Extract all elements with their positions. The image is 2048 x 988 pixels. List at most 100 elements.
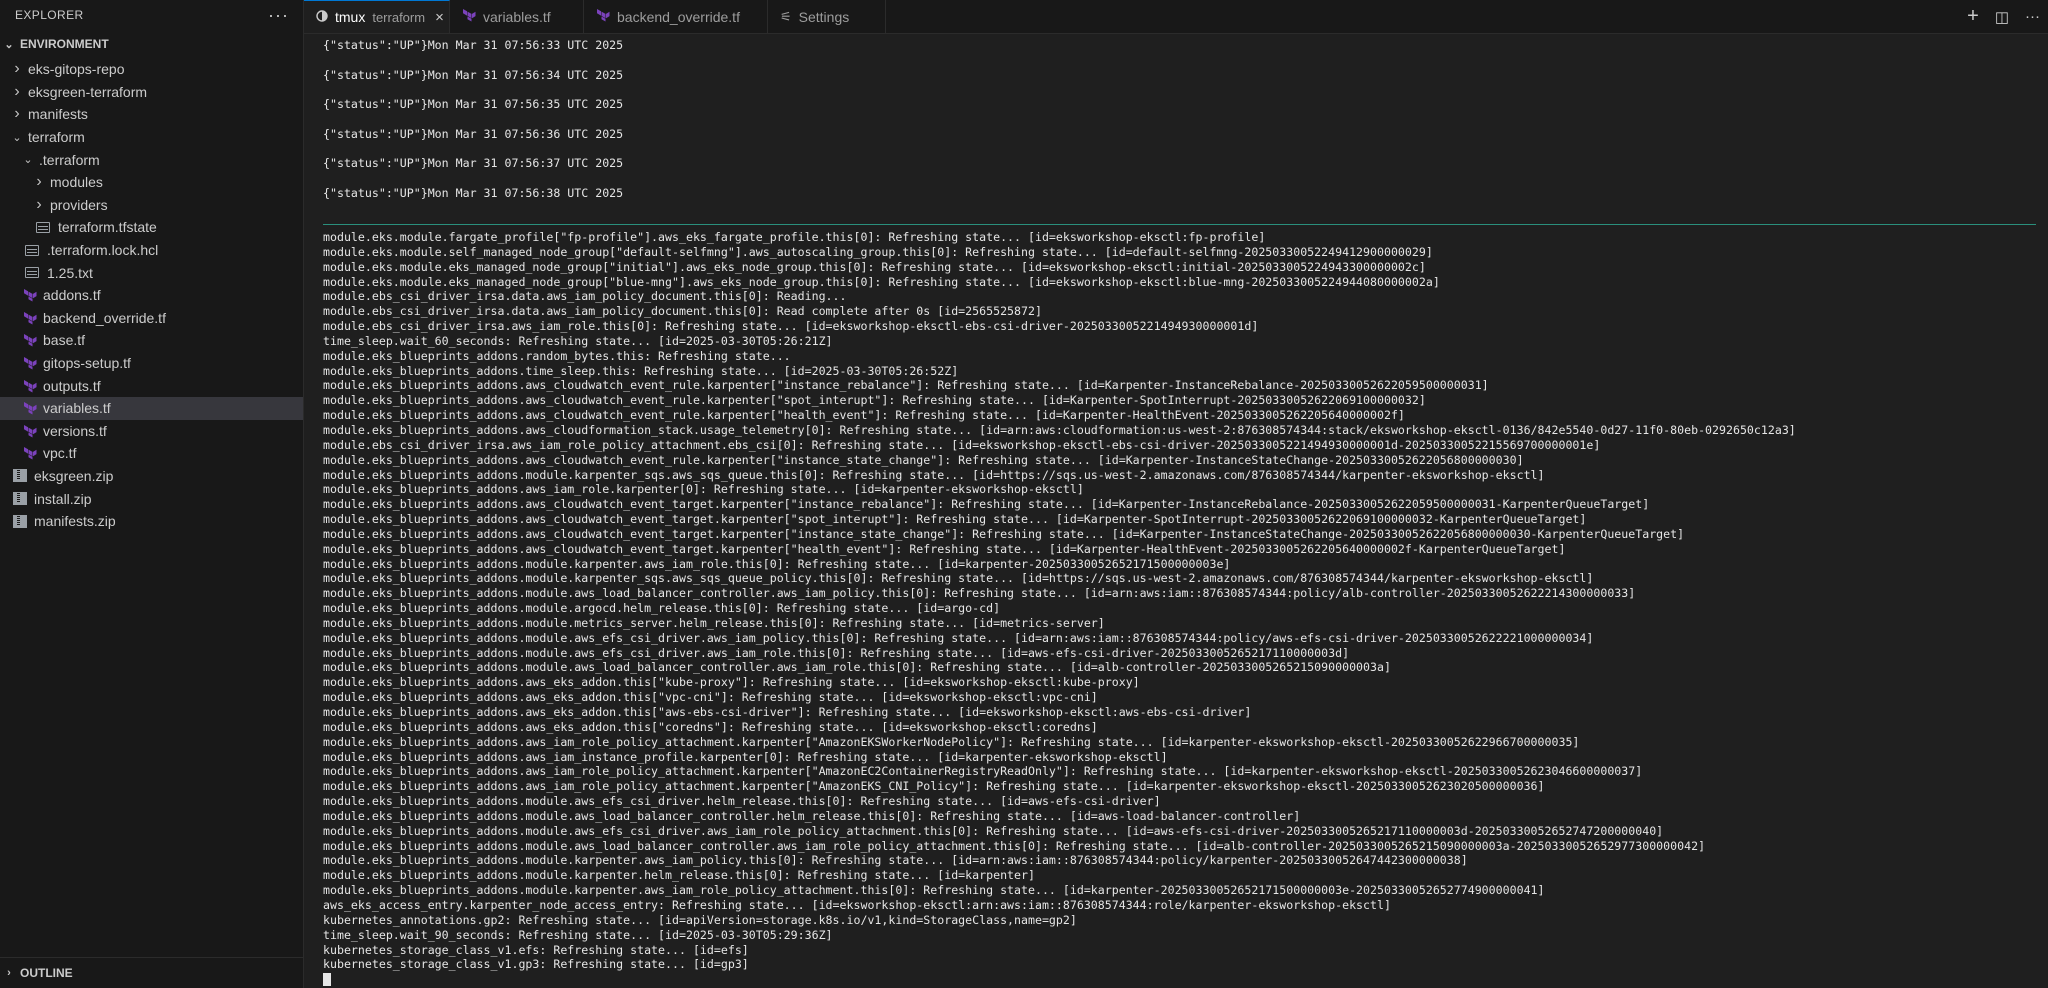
tab-label: backend_override.tf <box>617 8 740 25</box>
terraform-file-icon <box>23 401 37 415</box>
tree-file[interactable]: terraform.tfstate <box>0 216 303 239</box>
terminal-log-line: module.eks_blueprints_addons.module.karp… <box>323 467 1545 482</box>
explorer-header: EXPLORER ··· <box>0 0 303 30</box>
tab-label: variables.tf <box>483 8 551 25</box>
terminal-log-line: module.ebs_csi_driver_irsa.data.aws_iam_… <box>323 304 1042 319</box>
tree-item-label: modules <box>50 174 103 191</box>
tree-file[interactable]: .terraform.lock.hcl <box>0 239 303 262</box>
terminal-log-line: module.eks_blueprints_addons.module.aws_… <box>323 660 1391 675</box>
status-output: {"status":"UP"}Mon Mar 31 07:56:33 UTC 2… <box>323 34 2048 216</box>
outline-label: OUTLINE <box>20 966 73 980</box>
terminal-log-line: module.eks_blueprints_addons.module.karp… <box>323 868 1035 883</box>
terminal-log-line: module.eks_blueprints_addons.module.aws_… <box>323 808 1301 823</box>
zip-file-icon <box>13 469 27 483</box>
zip-file-icon <box>13 514 27 528</box>
tab-backend-override-tf[interactable]: backend_override.tf <box>584 0 768 33</box>
terminal-log-line: module.eks_blueprints_addons.aws_cloudwa… <box>323 541 1566 556</box>
tab-sublabel: terraform <box>372 9 426 25</box>
tree-file[interactable]: install.zip <box>0 487 303 510</box>
pane-divider[interactable] <box>323 224 2036 225</box>
tree-item-label: backend_override.tf <box>43 309 166 326</box>
terminal-log-line: time_sleep.wait_60_seconds: Refreshing s… <box>323 333 833 348</box>
terminal-log-line: module.ebs_csi_driver_irsa.data.aws_iam_… <box>323 289 847 304</box>
tree-file[interactable]: manifests.zip <box>0 510 303 533</box>
terminal-log-line: kubernetes_annotations.gp2: Refreshing s… <box>323 912 1077 927</box>
tab-tmux[interactable]: tmux terraform × <box>304 0 450 33</box>
tree-file[interactable]: eksgreen.zip <box>0 465 303 488</box>
terminal-log-line: module.eks_blueprints_addons.aws_cloudwa… <box>323 526 1685 541</box>
terminal-log-line: module.eks_blueprints_addons.module.metr… <box>323 615 1105 630</box>
tree-file[interactable]: variables.tf <box>0 396 303 420</box>
tree-file[interactable]: gitops-setup.tf <box>0 352 303 375</box>
chevron-right-icon: › <box>36 173 42 191</box>
tree-item-label: variables.tf <box>43 400 111 417</box>
chevron-right-icon: › <box>7 967 11 979</box>
terminal-log-line: module.eks_blueprints_addons.module.aws_… <box>323 794 1161 809</box>
terminal-log-line: kubernetes_storage_class_v1.gp3: Refresh… <box>323 957 749 972</box>
tree-folder[interactable]: › modules <box>0 171 303 194</box>
terminal-status-line: {"status":"UP"}Mon Mar 31 07:56:34 UTC 2… <box>323 67 624 82</box>
terminal-log-line: module.eks_blueprints_addons.module.aws_… <box>323 838 1706 853</box>
terminal-icon <box>316 9 328 25</box>
chevron-down-icon: ⌄ <box>4 38 14 51</box>
editor-tab-bar: tmux terraform × variables.tf backend_ov… <box>304 0 2048 34</box>
terminal-status-line: {"status":"UP"}Mon Mar 31 07:56:38 UTC 2… <box>323 185 624 200</box>
chevron-down-icon: ⌄ <box>23 154 33 167</box>
terminal-log-line: module.eks_blueprints_addons.module.karp… <box>323 853 1468 868</box>
split-editor-icon[interactable]: ◫ <box>1995 8 2009 26</box>
terminal-log-line: module.ebs_csi_driver_irsa.aws_iam_role_… <box>323 437 1601 452</box>
new-terminal-icon[interactable]: + <box>1967 5 1979 28</box>
terminal-status-line: {"status":"UP"}Mon Mar 31 07:56:37 UTC 2… <box>323 156 624 171</box>
tree-folder[interactable]: › manifests <box>0 103 303 126</box>
tree-folder[interactable]: ⌄ .terraform <box>0 148 303 171</box>
tree-file[interactable]: addons.tf <box>0 284 303 307</box>
terminal-log-line: module.eks_blueprints_addons.aws_iam_rol… <box>323 764 1643 779</box>
terminal-log-line: module.eks_blueprints_addons.aws_cloudwa… <box>323 378 1489 393</box>
tree-item-label: vpc.tf <box>43 445 77 462</box>
tree-item-label: terraform.tfstate <box>58 219 157 236</box>
more-actions-icon[interactable]: ··· <box>268 5 289 26</box>
tree-item-label: terraform <box>28 129 85 146</box>
tree-folder[interactable]: ⌄ terraform <box>0 126 303 149</box>
tree-file[interactable]: base.tf <box>0 329 303 352</box>
tree-item-label: providers <box>50 196 108 213</box>
tree-folder[interactable]: › providers <box>0 194 303 217</box>
terminal-panel[interactable]: {"status":"UP"}Mon Mar 31 07:56:33 UTC 2… <box>304 34 2048 988</box>
tree-item-label: eks-gitops-repo <box>28 61 125 78</box>
terminal-log-line: time_sleep.wait_90_seconds: Refreshing s… <box>323 927 833 942</box>
terraform-file-icon <box>23 356 37 370</box>
terraform-file-icon <box>23 424 37 438</box>
terminal-log-line: module.eks.module.fargate_profile["fp-pr… <box>323 230 1266 244</box>
more-actions-icon[interactable]: ··· <box>2025 8 2040 25</box>
tree-file[interactable]: 1.25.txt <box>0 261 303 284</box>
tab-label: Settings <box>798 8 850 25</box>
terminal-log-line: module.eks_blueprints_addons.time_sleep.… <box>323 363 959 378</box>
workspace-section[interactable]: ⌄ ENVIRONMENT <box>0 30 303 58</box>
tab-variables-tf[interactable]: variables.tf <box>450 0 584 33</box>
outline-section[interactable]: › OUTLINE <box>0 957 305 988</box>
terraform-file-icon <box>23 333 37 347</box>
tab-settings[interactable]: ⚟ Settings <box>768 0 886 33</box>
terminal-log-line: module.eks_blueprints_addons.aws_iam_rol… <box>323 734 1580 749</box>
terminal-log-line: module.eks_blueprints_addons.aws_cloudwa… <box>323 497 1650 512</box>
tree-item-label: manifests.zip <box>34 513 116 530</box>
tree-item-label: gitops-setup.tf <box>43 355 131 372</box>
terminal-log-line: module.eks_blueprints_addons.aws_iam_ins… <box>323 749 1168 764</box>
tree-file[interactable]: outputs.tf <box>0 374 303 397</box>
terminal-log-line: module.eks_blueprints_addons.module.aws_… <box>323 645 1350 660</box>
tree-file[interactable]: backend_override.tf <box>0 307 303 330</box>
tree-item-label: .terraform <box>39 151 100 168</box>
tree-item-label: eksgreen-terraform <box>28 83 148 100</box>
tree-file[interactable]: vpc.tf <box>0 442 303 465</box>
terminal-log-line: module.eks_blueprints_addons.aws_cloudwa… <box>323 512 1587 527</box>
terminal-log-line: aws_eks_access_entry.karpenter_node_acce… <box>323 897 1391 912</box>
terminal-log-line: module.eks.module.self_managed_node_grou… <box>323 244 1433 259</box>
tab-actions: + ◫ ··· <box>1967 0 2040 33</box>
terraform-file-icon <box>23 379 37 393</box>
close-icon[interactable]: × <box>435 9 444 26</box>
tree-file[interactable]: versions.tf <box>0 420 303 443</box>
tree-folder[interactable]: › eks-gitops-repo <box>0 58 303 81</box>
settings-icon: ⚟ <box>780 8 792 24</box>
tree-folder[interactable]: › eksgreen-terraform <box>0 81 303 104</box>
terraform-icon <box>596 8 610 25</box>
